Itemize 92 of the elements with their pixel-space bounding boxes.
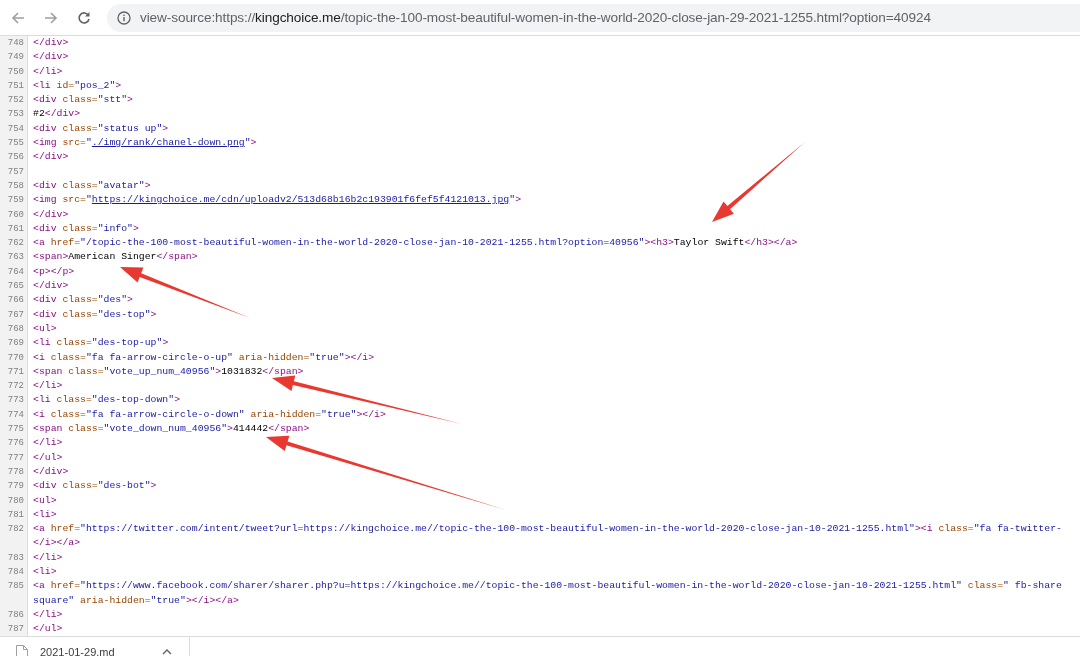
source-link[interactable]: ./img/rank/chanel-down.png xyxy=(91,137,245,149)
code-line: #2</div> xyxy=(32,107,81,122)
back-icon[interactable] xyxy=(11,10,25,25)
line-number: 784 xyxy=(7,566,24,579)
download-item[interactable]: 2021-01-29.md xyxy=(0,637,190,656)
line-number: 767 xyxy=(7,308,24,322)
info-icon[interactable] xyxy=(117,10,131,25)
line-number: 776 xyxy=(7,437,24,451)
line-number: 773 xyxy=(7,394,24,408)
line-number: 771 xyxy=(7,365,24,379)
line-number: 752 xyxy=(7,94,24,108)
code-line: <span>American Singer</span> xyxy=(32,250,198,265)
code-line: <div class="stt"> xyxy=(32,93,133,108)
file-name: 2021-01-29.md xyxy=(40,646,116,656)
line-number: 782 xyxy=(7,523,24,537)
line-number: 783 xyxy=(7,551,24,565)
code-line: <a href="/topic-the-100-most-beautiful-women-in-the-world-2020-close-jan-10-2021-1255.html?option=40956"><h3>Taylor Swift</h3></a> xyxy=(32,236,798,251)
code-line: <div class="info"> xyxy=(32,221,139,236)
line-number: 753 xyxy=(7,108,24,122)
line-number: 787 xyxy=(7,623,24,637)
code-line: </div> xyxy=(32,150,69,165)
line-number: 763 xyxy=(7,251,24,265)
line-number: 762 xyxy=(7,237,24,251)
source-link[interactable]: https://kingchoice.me/cdn/uploadv2/513d68b16b2c193901f6fef5f4121013.jpg xyxy=(91,194,510,206)
line-number: 750 xyxy=(7,65,24,79)
code-line: </i></a> xyxy=(32,536,81,551)
caret-icon[interactable] xyxy=(162,649,172,656)
line-number: 755 xyxy=(7,137,24,151)
line-number: 768 xyxy=(7,322,24,336)
code-line: <div class="des-top"> xyxy=(32,307,157,322)
line-number: 754 xyxy=(7,122,24,136)
code-line: </li> xyxy=(32,379,63,394)
code-line: <div class="des-bot"> xyxy=(32,479,157,494)
url-text: view-source:https://kingchoice.me/topic-the-100-most-beautiful-women-in-the-world-2020-close-jan-29-2021-1255.html?option=40924 xyxy=(140,10,931,25)
code-line: </li> xyxy=(32,436,63,451)
code-line: <li id="pos_2"> xyxy=(32,78,122,93)
line-number: 758 xyxy=(7,179,24,193)
line-number: 757 xyxy=(7,165,24,179)
line-number: 785 xyxy=(7,580,24,594)
code-line: <div class="status up"> xyxy=(32,121,169,136)
code-line: </li> xyxy=(32,64,63,79)
line-number: 759 xyxy=(7,194,24,208)
code-line: <div class="des"> xyxy=(32,293,133,308)
code-line: <p></p> xyxy=(32,264,75,279)
line-number: 756 xyxy=(7,151,24,165)
line-number: 779 xyxy=(7,480,24,494)
code-line: <a href="https://twitter.com/intent/tweet?url=https://kingchoice.me//topic-the-100-most-beautiful-women-in-the-world-2020-close-jan-10-2021-1255.html"><i class="fa fa-twitter- xyxy=(32,522,1062,537)
reload-icon[interactable] xyxy=(77,10,91,25)
line-number: 781 xyxy=(7,508,24,522)
line-number: 749 xyxy=(7,51,24,65)
code-line: </ul> xyxy=(32,450,63,465)
code-line: </div> xyxy=(32,464,69,479)
code-line: <i class="fa fa-arrow-circle-o-down" aria-hidden="true"></i> xyxy=(32,407,386,422)
line-number: 760 xyxy=(7,208,24,222)
line-number: 778 xyxy=(7,465,24,479)
code-line: </li> xyxy=(32,607,63,622)
line-number: 777 xyxy=(7,451,24,465)
line-number: 764 xyxy=(7,265,24,279)
code-line: <span class="vote_down_num_40956">414442</span> xyxy=(32,422,310,436)
line-number: 766 xyxy=(7,294,24,308)
code-line: <li> xyxy=(32,565,57,579)
code-line: <li> xyxy=(32,507,57,522)
line-number: 786 xyxy=(7,608,24,622)
line-number: 765 xyxy=(7,280,24,294)
line-number: 774 xyxy=(7,408,24,422)
line-number: 780 xyxy=(7,494,24,508)
line-number: 770 xyxy=(7,351,24,365)
code-line: <ul> xyxy=(32,493,57,508)
code-line: <span class="vote_up_num_40956">1031832</span> xyxy=(32,364,304,379)
code-line: <ul> xyxy=(32,321,57,336)
line-number: 761 xyxy=(7,222,24,236)
code-line: </div> xyxy=(32,50,69,65)
code-line: <div class="avatar"> xyxy=(32,178,151,193)
code-line: </div> xyxy=(32,36,69,50)
code-line: </div> xyxy=(32,207,69,222)
code-line: <i class="fa fa-arrow-circle-o-up" aria-hidden="true"></i> xyxy=(32,350,375,365)
code-line: <img src="https://kingchoice.me/cdn/uploadv2/513d68b16b2c193901f6fef5f4121013.jpg"> xyxy=(32,193,522,208)
code-line: </div> xyxy=(32,279,69,294)
forward-icon[interactable] xyxy=(44,10,58,25)
code-line: <img src="./img/rank/chanel-down.png"> xyxy=(32,136,257,151)
line-number: 751 xyxy=(7,79,24,93)
line-number: 748 xyxy=(7,37,24,50)
code-line: </ul> xyxy=(32,622,63,637)
code-line: </li> xyxy=(32,550,63,565)
line-number: 775 xyxy=(7,423,24,436)
code-line: square" aria-hidden="true"></i></a> xyxy=(32,593,239,608)
code-line: <li class="des-top-down"> xyxy=(32,393,180,408)
line-number: 769 xyxy=(7,337,24,351)
address-bar[interactable]: view-source:https://kingchoice.me/topic-the-100-most-beautiful-women-in-the-world-2020-close-jan-29-2021-1255.html?option=40924 xyxy=(107,3,1080,32)
code-line: <a href="https://www.facebook.com/sharer/sharer.php?u=https://kingchoice.me//topic-the-100-most-beautiful-women-in-the-world-2020-close-jan-10-2021-1255.html" class=" fb-share xyxy=(32,579,1062,594)
code-line: <li class="des-top-up"> xyxy=(32,336,169,351)
line-number: 772 xyxy=(7,380,24,394)
